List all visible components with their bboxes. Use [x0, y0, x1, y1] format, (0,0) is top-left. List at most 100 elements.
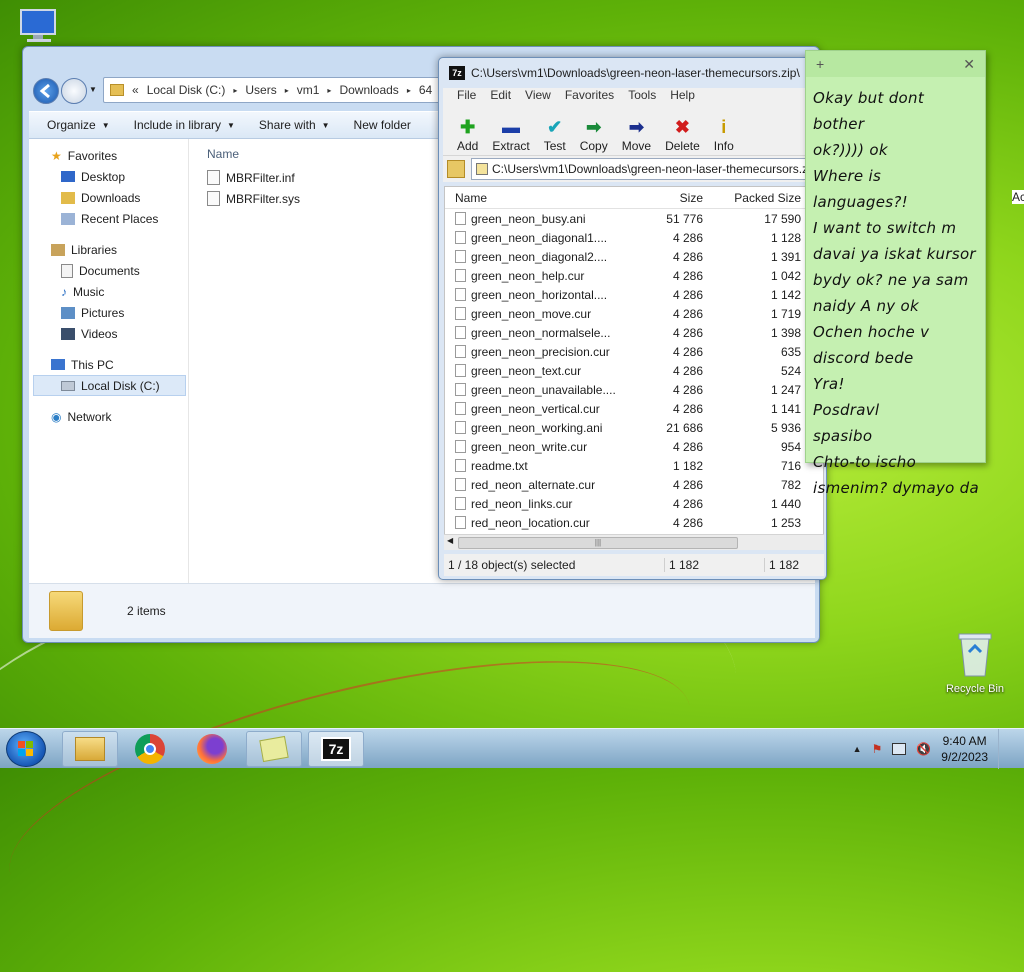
nav-this-pc[interactable]: This PC — [29, 354, 188, 375]
nav-pictures-label: Pictures — [81, 305, 125, 320]
column-header-packed-size[interactable]: Packed Size — [707, 191, 805, 205]
menu-view[interactable]: View — [525, 88, 551, 108]
back-button[interactable] — [33, 78, 59, 104]
close-note-icon[interactable]: ✕ — [963, 56, 975, 73]
extract-label: Extract — [492, 139, 530, 153]
extract-button[interactable]: ▬ Extract — [492, 108, 529, 155]
menu-edit[interactable]: Edit — [490, 88, 511, 108]
column-header-attributes[interactable]: Ac — [1012, 190, 1024, 204]
file-icon — [455, 288, 466, 301]
folder-icon — [49, 591, 83, 631]
recent-pages-chevron-icon[interactable]: ▼ — [89, 85, 97, 94]
nav-this-pc-label: This PC — [71, 357, 114, 372]
menu-favorites[interactable]: Favorites — [565, 88, 614, 108]
taskbar-firefox[interactable] — [184, 731, 240, 767]
table-row[interactable]: green_neon_unavailable.... 4 286 1 247 — [445, 380, 823, 399]
table-row[interactable]: green_neon_precision.cur 4 286 635 — [445, 342, 823, 361]
taskbar-sticky-notes[interactable] — [246, 731, 302, 767]
share-with-label: Share with — [258, 118, 316, 132]
navigation-pane[interactable]: ★ Favorites Desktop Downloads Recent Plac… — [29, 139, 189, 583]
table-row[interactable]: green_neon_write.cur 4 286 954 — [445, 437, 823, 456]
7zip-title-bar[interactable]: 7z C:\Users\vm1\Downloads\green-neon-las… — [439, 58, 826, 88]
column-header-name[interactable]: Name — [445, 191, 615, 205]
table-row[interactable]: red_neon_alternate.cur 4 286 782 — [445, 475, 823, 494]
table-row[interactable]: red_neon_links.cur 4 286 1 440 — [445, 494, 823, 513]
start-button[interactable] — [6, 731, 46, 767]
file-packed-size: 1 042 — [770, 268, 801, 283]
file-packed-size: 1 391 — [770, 249, 801, 264]
file-icon — [455, 231, 466, 244]
taskbar-explorer[interactable] — [62, 731, 118, 767]
share-with-button[interactable]: Share with ▼ — [259, 118, 330, 132]
table-row[interactable]: red_neon_location.cur 4 286 1 253 — [445, 513, 823, 532]
table-row[interactable]: green_neon_normalsele... 4 286 1 398 — [445, 323, 823, 342]
nav-pictures[interactable]: Pictures — [29, 302, 188, 323]
nav-downloads[interactable]: Downloads — [29, 187, 188, 208]
recycle-bin-desktop-icon[interactable]: Recycle Bin — [940, 630, 1010, 695]
nav-desktop[interactable]: Desktop — [29, 166, 188, 187]
table-row[interactable]: readme.txt 1 182 716 — [445, 456, 823, 475]
path-input[interactable]: C:\Users\vm1\Downloads\green-neon-laser-… — [471, 158, 822, 180]
nav-libraries[interactable]: Libraries — [29, 239, 188, 260]
table-row[interactable]: green_neon_diagonal1.... 4 286 1 128 — [445, 228, 823, 247]
action-center-flag-icon[interactable]: ⚑ — [872, 742, 883, 756]
forward-button[interactable] — [61, 78, 87, 104]
info-button[interactable]: i Info — [714, 108, 734, 155]
breadcrumb-downloads[interactable]: Downloads — [339, 83, 398, 97]
table-row[interactable]: green_neon_busy.ani 51 776 17 590 — [445, 209, 823, 228]
test-button[interactable]: ✔ Test — [544, 108, 566, 155]
nav-network[interactable]: ◉ Network — [29, 406, 188, 427]
up-folder-icon[interactable] — [447, 160, 465, 178]
table-row[interactable]: green_neon_diagonal2.... 4 286 1 391 — [445, 247, 823, 266]
add-button[interactable]: ✚ Add — [457, 108, 478, 155]
nav-music[interactable]: ♪ Music — [29, 281, 188, 302]
note-line: ok?)))) ok — [813, 141, 888, 159]
organize-button[interactable]: Organize ▼ — [47, 118, 110, 132]
column-header-size[interactable]: Size — [615, 191, 707, 205]
breadcrumb-vm1[interactable]: vm1 — [297, 83, 320, 97]
show-hidden-icons-icon[interactable]: ▲ — [853, 744, 862, 754]
network-status-icon[interactable] — [892, 743, 907, 755]
clock[interactable]: 9:40 AM 9/2/2023 — [941, 733, 988, 765]
table-row[interactable]: green_neon_working.ani 21 686 5 936 — [445, 418, 823, 437]
file-icon — [455, 345, 466, 358]
nav-favorites[interactable]: ★ Favorites — [29, 145, 188, 166]
taskbar-chrome[interactable] — [122, 731, 178, 767]
breadcrumb-64[interactable]: 64 — [419, 83, 432, 97]
archive-file-list[interactable]: Name Size Packed Size green_neon_busy.an… — [444, 186, 824, 550]
table-row[interactable]: green_neon_vertical.cur 4 286 1 141 — [445, 399, 823, 418]
table-row[interactable]: green_neon_text.cur 4 286 524 — [445, 361, 823, 380]
nav-local-disk[interactable]: Local Disk (C:) — [33, 375, 186, 396]
table-row[interactable]: green_neon_move.cur 4 286 1 719 — [445, 304, 823, 323]
volume-muted-icon[interactable]: 🔇 — [916, 742, 931, 756]
show-desktop-button[interactable] — [998, 729, 1010, 769]
menu-file[interactable]: File — [457, 88, 476, 108]
file-name-cell: green_neon_busy.ani — [445, 212, 615, 226]
taskbar-7zip[interactable]: 7z — [308, 731, 364, 767]
breadcrumb-users[interactable]: Users — [245, 83, 276, 97]
breadcrumb-overflow[interactable]: « — [132, 83, 139, 97]
table-row[interactable]: green_neon_help.cur 4 286 1 042 — [445, 266, 823, 285]
this-pc-desktop-icon[interactable] — [14, 8, 64, 44]
file-name-cell: green_neon_precision.cur — [445, 345, 615, 359]
nav-favorites-label: Favorites — [67, 148, 118, 163]
copy-button[interactable]: ➡ Copy — [580, 108, 608, 155]
horizontal-scrollbar[interactable]: ◀ ||| — [444, 534, 824, 550]
nav-documents[interactable]: Documents — [29, 260, 188, 281]
sticky-note-text[interactable]: Okay but dont bother ok?)))) ok Where is l… — [806, 77, 985, 501]
address-bar[interactable]: « Local Disk (C:) ▸ Users ▸ vm1 ▸ Downloads… — [103, 77, 463, 103]
breadcrumb-local-disk[interactable]: Local Disk (C:) — [147, 83, 226, 97]
new-folder-button[interactable]: New folder — [354, 118, 411, 132]
new-note-plus-icon[interactable]: + — [816, 56, 824, 72]
nav-videos[interactable]: Videos — [29, 323, 188, 344]
delete-button[interactable]: ✖ Delete — [665, 108, 700, 155]
move-button[interactable]: ➡ Move — [622, 108, 651, 155]
sticky-note[interactable]: + ✕ Okay but dont bother ok?)))) ok Where … — [805, 50, 986, 497]
scrollbar-thumb[interactable]: ||| — [458, 537, 738, 549]
menu-tools[interactable]: Tools — [628, 88, 656, 108]
file-name-cell: green_neon_normalsele... — [445, 326, 615, 340]
nav-recent-places[interactable]: Recent Places — [29, 208, 188, 229]
menu-help[interactable]: Help — [670, 88, 695, 108]
table-row[interactable]: green_neon_horizontal.... 4 286 1 142 — [445, 285, 823, 304]
include-in-library-button[interactable]: Include in library ▼ — [134, 118, 235, 132]
